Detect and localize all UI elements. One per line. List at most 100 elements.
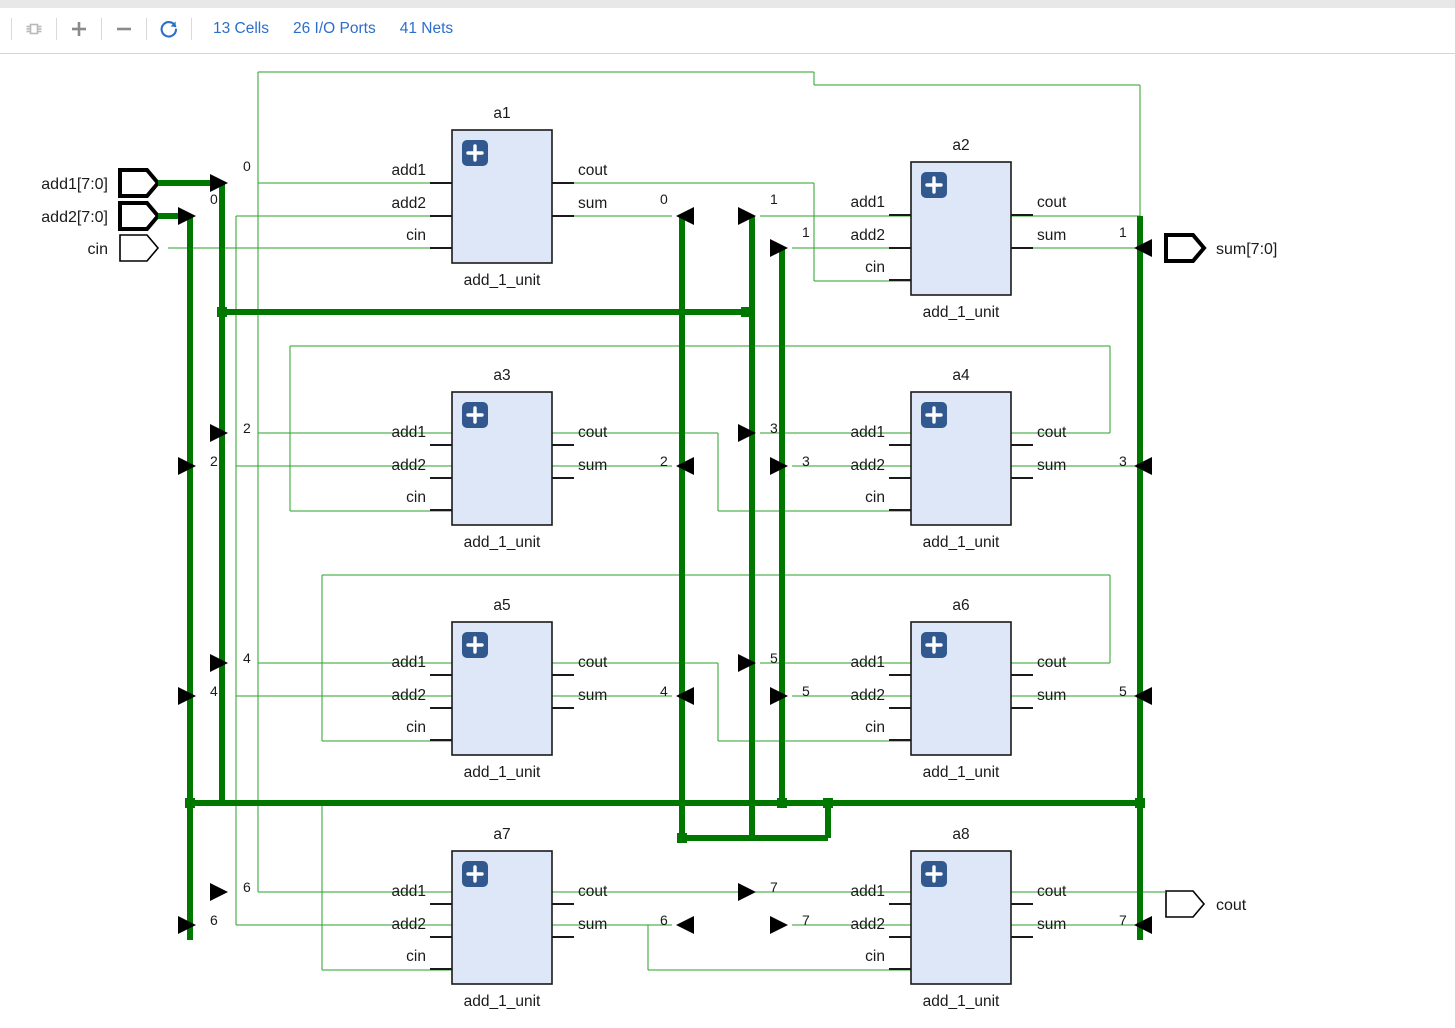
- bus-junction: [777, 798, 787, 808]
- cell-a7-instance-label: a7: [493, 826, 510, 843]
- net-bit-label: 4: [243, 650, 251, 666]
- pin-label-sum: sum: [578, 916, 607, 933]
- net-bit-label: 3: [770, 420, 778, 436]
- pin-label-cout: cout: [1037, 883, 1067, 900]
- pin-label-add1: add1: [851, 424, 885, 441]
- net-bit-label: 1: [802, 224, 810, 240]
- pin-label-sum: sum: [1037, 457, 1066, 474]
- cell-a3-type-label: add_1_unit: [464, 534, 541, 551]
- refresh-icon: [160, 21, 178, 38]
- pin-label-cout: cout: [578, 654, 608, 671]
- pin-label-add1: add1: [392, 162, 426, 179]
- net-bit-label: 4: [660, 683, 668, 699]
- toolbar: 13 Cells 26 I/O Ports 41 Nets: [0, 0, 1455, 54]
- pin-label-sum: sum: [578, 687, 607, 704]
- cell-a2[interactable]: add1 add2 cin cout sum a2 add_1_unit: [851, 137, 1067, 321]
- pin-label-cin: cin: [865, 948, 885, 965]
- net-bit-label: 1: [1119, 224, 1127, 240]
- schematic-canvas[interactable]: add1[7:0] add2[7:0] cin sum[7:0] cout add1 add…: [0, 54, 1455, 1028]
- cell-a3-instance-label: a3: [493, 367, 510, 384]
- pin-label-cin: cin: [406, 948, 426, 965]
- cell-a4[interactable]: add1 add2 cin cout sum a4 add_1_unit: [851, 367, 1067, 551]
- schematic-svg[interactable]: add1[7:0]add2[7:0]cin sum[7:0]coutadd1add…: [0, 54, 1455, 1028]
- cell-a1-type-label: add_1_unit: [464, 272, 541, 289]
- cell-a1-instance-label: a1: [493, 105, 510, 122]
- net-bit-label: 7: [1119, 912, 1127, 928]
- cell-a4-type-label: add_1_unit: [923, 534, 1000, 551]
- net-bit-label: 2: [243, 420, 251, 436]
- schematic-viewer-app: 13 Cells 26 I/O Ports 41 Nets add1[7:0] a…: [0, 0, 1455, 1028]
- net-bit-label: 4: [210, 683, 218, 699]
- cell-a5[interactable]: add1 add2 cin cout sum a5 add_1_unit: [392, 597, 608, 781]
- pin-label-add2: add2: [851, 916, 885, 933]
- toolbar-top-strip: [0, 0, 1455, 8]
- pin-label-add2: add2: [392, 916, 426, 933]
- net-bit-label: 6: [243, 879, 251, 895]
- io-ports-count-link[interactable]: 26 I/O Ports: [293, 20, 376, 38]
- net-bit-label: 7: [770, 879, 778, 895]
- bus-junction: [823, 798, 833, 808]
- net-arrow-in: [210, 883, 228, 901]
- pin-label-add2: add2: [392, 687, 426, 704]
- net-bit-label: 0: [243, 158, 251, 174]
- port-cin[interactable]: [119, 234, 160, 262]
- pin-label-sum: sum: [1037, 916, 1066, 933]
- cell-a6-type-label: add_1_unit: [923, 764, 1000, 781]
- pin-label-add2: add2: [392, 457, 426, 474]
- net-bit-label: 1: [770, 191, 778, 207]
- port-sum[interactable]: [1164, 233, 1207, 263]
- bus-junction: [217, 307, 227, 317]
- net-arrow-out: [676, 916, 694, 934]
- pin-label-sum: sum: [1037, 227, 1066, 244]
- bus-junction: [741, 307, 751, 317]
- pin-label-add2: add2: [851, 687, 885, 704]
- net-bit-label: 2: [210, 453, 218, 469]
- nets-count-link[interactable]: 41 Nets: [400, 20, 453, 38]
- zoom-in-button[interactable]: [60, 12, 98, 46]
- plus-icon: [72, 22, 86, 36]
- port-cout[interactable]: [1165, 890, 1206, 918]
- refresh-button[interactable]: [150, 12, 188, 46]
- cell-a7-type-label: add_1_unit: [464, 993, 541, 1010]
- net-bit-label: 7: [802, 912, 810, 928]
- minus-icon: [117, 27, 131, 31]
- fit-to-view-button[interactable]: [15, 12, 53, 46]
- cells-count-link[interactable]: 13 Cells: [213, 20, 269, 38]
- cell-a2-instance-label: a2: [952, 137, 969, 154]
- pin-label-cin: cin: [865, 719, 885, 736]
- cell-a7[interactable]: add1 add2 cin cout sum a7 add_1_unit: [392, 826, 608, 1010]
- zoom-out-button[interactable]: [105, 12, 143, 46]
- net-bit-label: 0: [660, 191, 668, 207]
- port-add1[interactable]: [118, 168, 161, 198]
- toolbar-separator: [56, 18, 57, 40]
- port-add2[interactable]: [118, 201, 161, 231]
- bus-junction: [185, 798, 195, 808]
- cell-a2-type-label: add_1_unit: [923, 304, 1000, 321]
- pin-label-sum: sum: [578, 457, 607, 474]
- port-add2-label: add2[7:0]: [41, 209, 108, 226]
- bus-junction: [677, 833, 687, 843]
- cell-a8[interactable]: add1 add2 cin cout sum a8 add_1_unit: [851, 826, 1067, 1010]
- net-bit-label: 0: [210, 191, 218, 207]
- cell-a1[interactable]: add1 add2 cin cout sum a1 add_1_unit: [392, 105, 608, 289]
- pin-label-add1: add1: [392, 424, 426, 441]
- net-bit-label: 6: [660, 912, 668, 928]
- pin-label-add1: add1: [392, 883, 426, 900]
- pin-label-sum: sum: [1037, 687, 1066, 704]
- cell-a3[interactable]: add1 add2 cin cout sum a3 add_1_unit: [392, 367, 608, 551]
- pin-label-sum: sum: [578, 195, 607, 212]
- port-cin-label: cin: [88, 241, 108, 258]
- pin-label-cout: cout: [578, 883, 608, 900]
- pin-label-cout: cout: [1037, 424, 1067, 441]
- pin-label-add2: add2: [851, 227, 885, 244]
- toolbar-separator: [191, 18, 192, 40]
- toolbar-separator: [11, 18, 12, 40]
- pin-label-cout: cout: [1037, 194, 1067, 211]
- net-bit-label: 5: [802, 683, 810, 699]
- pin-label-add1: add1: [851, 654, 885, 671]
- cell-a6[interactable]: add1 add2 cin cout sum a6 add_1_unit: [851, 597, 1067, 781]
- net-bit-label: 2: [660, 453, 668, 469]
- toolbar-separator: [146, 18, 147, 40]
- pin-label-cin: cin: [865, 489, 885, 506]
- pin-label-add1: add1: [392, 654, 426, 671]
